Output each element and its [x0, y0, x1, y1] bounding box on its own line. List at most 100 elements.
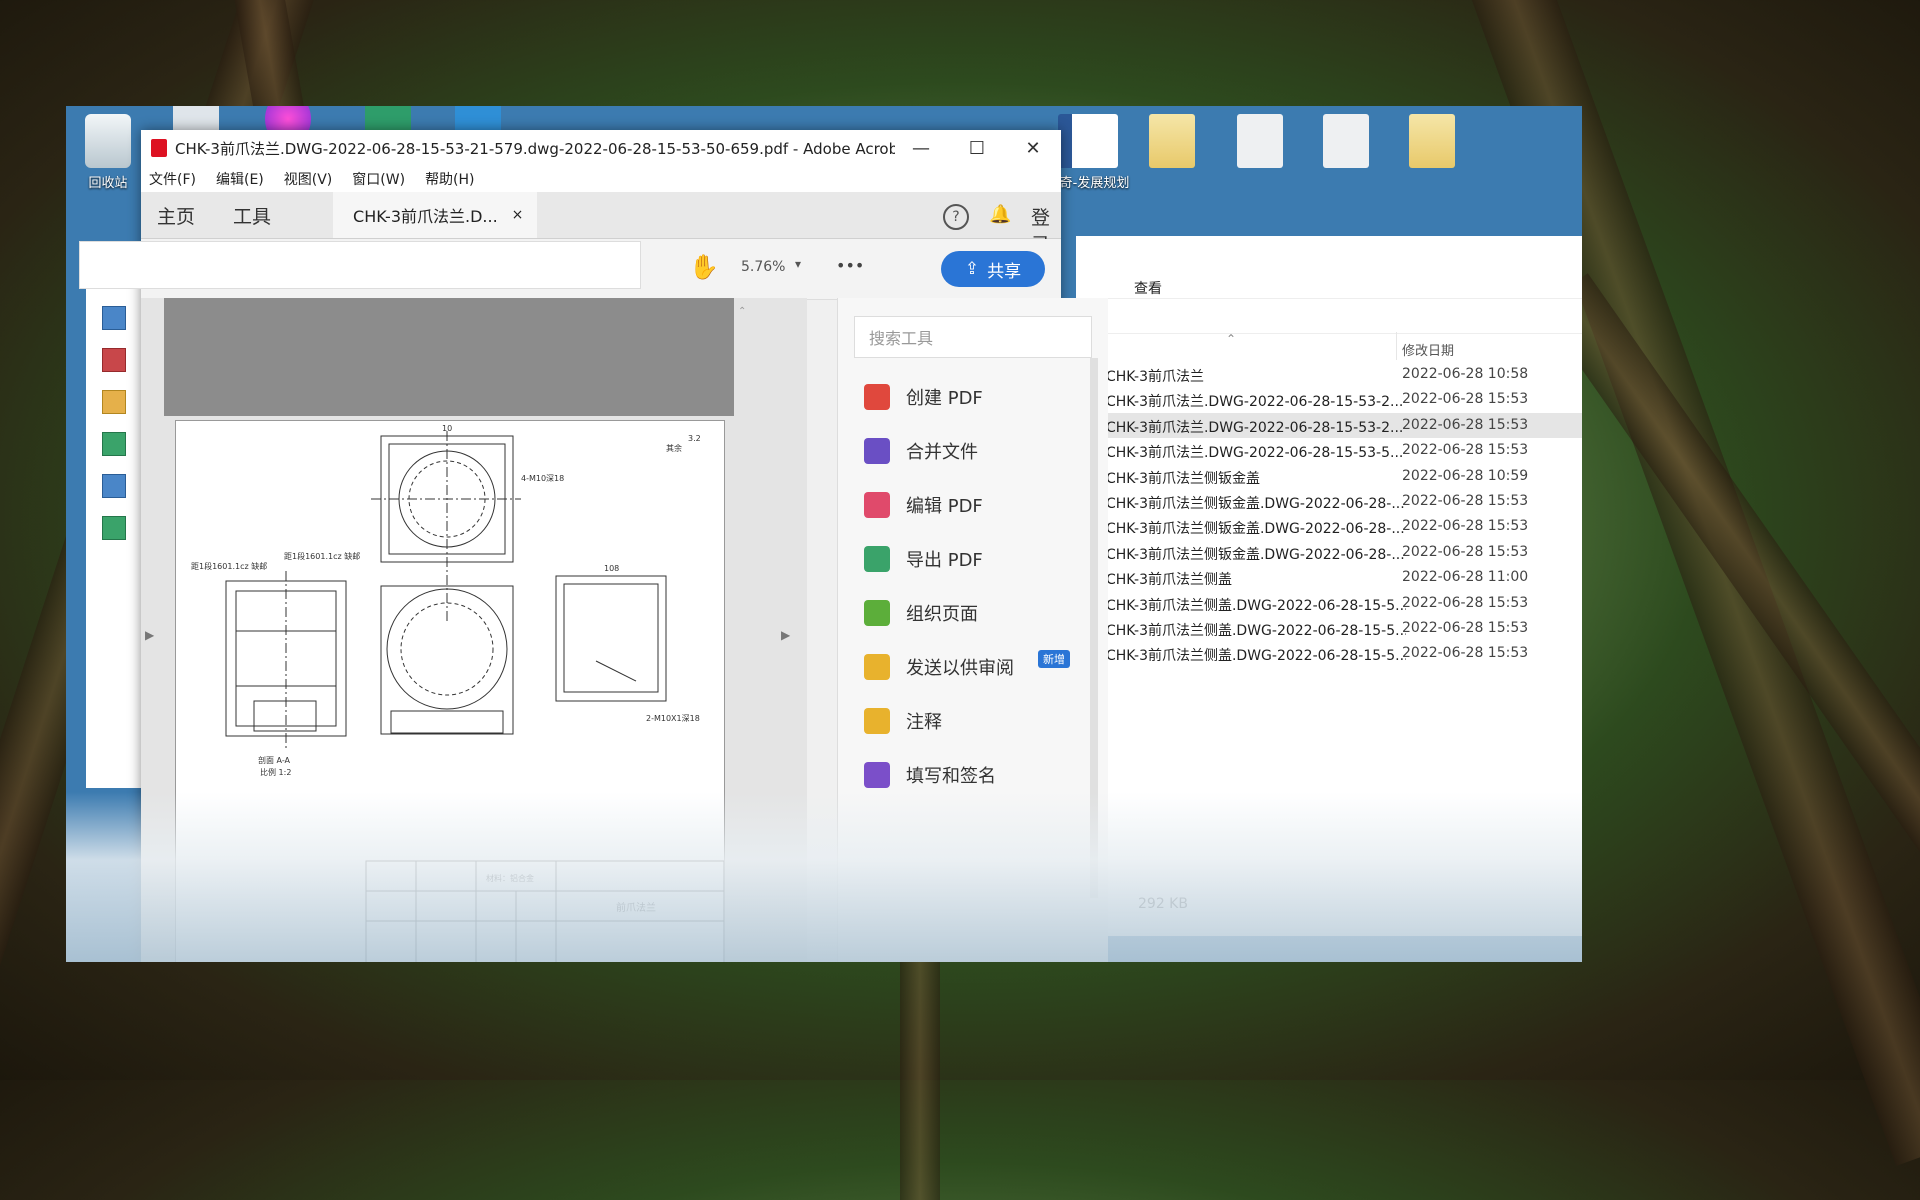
menu-window[interactable]: 窗口(W) [352, 169, 405, 189]
roughness-note: 3.2 [688, 434, 701, 443]
file-date: 2022-06-28 15:53 [1402, 442, 1529, 459]
minimize-button[interactable]: — [893, 130, 949, 166]
dim-top: 10 [442, 424, 452, 433]
tool-item[interactable]: 编辑 PDF [838, 478, 1108, 532]
desktop-icon-label: 回收站 [88, 176, 128, 191]
desktop-icon-folder[interactable] [1130, 114, 1214, 172]
file-date: 2022-06-28 10:59 [1402, 467, 1529, 484]
section-label: 剖面 A-A [258, 755, 291, 765]
callout-2: 距1段1601.1cz 缺邮 [284, 551, 360, 561]
tab-bar: 主页 工具 CHK-3前爪法兰.D... × ? 🔔 登录 [141, 192, 1061, 256]
maximize-button[interactable]: ☐ [949, 130, 1005, 166]
file-row[interactable]: CHK-3前爪法兰.DWG-2022-06-28-15-53-2... 2022-… [1076, 387, 1582, 412]
help-icon[interactable]: ? [943, 204, 969, 230]
file-icon[interactable] [102, 516, 126, 540]
tool-label: 组织页面 [906, 604, 978, 625]
file-row[interactable]: CHK-3前爪法兰 2022-06-28 10:58 [1076, 362, 1582, 387]
desktop-icon-document[interactable] [1218, 114, 1302, 172]
file-name: CHK-3前爪法兰侧盖.DWG-2022-06-28-15-5... [1106, 648, 1406, 665]
file-name: CHK-3前爪法兰.DWG-2022-06-28-15-53-2... [1106, 394, 1404, 411]
dim-right: 108 [604, 564, 619, 573]
cad-drawing: 10 4-M10深18 3.2 其余 距1段1601.1cz 缺邮 距1段160… [191, 424, 724, 962]
page-shadow-band [164, 298, 734, 416]
address-bar[interactable]: g-1 [1076, 298, 1582, 334]
left-panel-toggle-icon[interactable]: ▶ [145, 628, 154, 642]
recycle-bin-icon [85, 114, 131, 168]
file-row[interactable]: CHK-3前爪法兰侧盖.DWG-2022-06-28-15-5... 2022-0… [1076, 616, 1582, 641]
page-nav-field[interactable] [79, 241, 641, 289]
close-tab-icon[interactable]: × [512, 207, 524, 223]
share-button[interactable]: ⇪ 共享 [941, 251, 1045, 287]
tool-item[interactable]: 发送以供审阅 新增 [838, 640, 1108, 694]
desktop-icon-document[interactable] [1304, 114, 1388, 172]
title-block-name: 前爪法兰 [616, 901, 656, 914]
file-date: 2022-06-28 15:53 [1402, 391, 1529, 408]
tools-scrollbar[interactable] [1090, 358, 1098, 898]
tab-tools[interactable]: 工具 [233, 202, 271, 229]
menu-help[interactable]: 帮助(H) [425, 169, 474, 189]
more-tools-icon[interactable]: ••• [836, 256, 864, 275]
tool-label: 合并文件 [906, 442, 978, 463]
file-name: CHK-3前爪法兰侧盖 [1106, 572, 1232, 589]
file-row[interactable]: CHK-3前爪法兰.DWG-2022-06-28-15-53-5... 2022-… [1076, 438, 1582, 463]
file-icon[interactable] [102, 474, 126, 498]
file-row[interactable]: CHK-3前爪法兰侧盖.DWG-2022-06-28-15-5... 2022-0… [1076, 591, 1582, 616]
tool-item[interactable]: 合并文件 [838, 424, 1108, 478]
file-icon[interactable] [102, 306, 126, 330]
tool-item[interactable]: 创建 PDF [838, 370, 1108, 424]
file-name: CHK-3前爪法兰 [1106, 369, 1204, 385]
menu-edit[interactable]: 编辑(E) [216, 169, 264, 189]
send-for-review-icon [864, 654, 890, 680]
material-label: 材料：铝合金 [486, 873, 534, 883]
file-row[interactable]: CHK-3前爪法兰侧钣金盖.DWG-2022-06-28-... 2022-06-… [1076, 489, 1582, 514]
tab-home[interactable]: 主页 [157, 202, 195, 229]
file-date: 2022-06-28 15:53 [1402, 493, 1529, 509]
zoom-level[interactable]: 5.76% [741, 259, 785, 275]
callout-1: 距1段1601.1cz 缺邮 [191, 561, 267, 571]
file-row[interactable]: CHK-3前爪法兰.DWG-2022-06-28-15-53-2... 2022-… [1076, 412, 1582, 438]
file-explorer-window: 查看 g-1 称 ⌃ 修改日期 CHK-3前爪法兰 2022-06-28 10:5… [1076, 236, 1582, 936]
file-row[interactable]: CHK-3前爪法兰侧钣金盖.DWG-2022-06-28-... 2022-06-… [1076, 540, 1582, 565]
create-pdf-icon [864, 384, 890, 410]
right-panel-toggle-icon[interactable]: ▶ [781, 628, 790, 642]
file-date: 2022-06-28 11:00 [1402, 569, 1529, 586]
file-date: 2022-06-28 15:53 [1402, 620, 1529, 636]
sort-up-icon: ⌃ [1226, 332, 1237, 346]
document-view[interactable]: ▶ ▶ ⌃ 10 4-M10深18 3.2 其余 距1段1601.1cz 缺邮 … [141, 298, 807, 962]
folder-icon [1409, 114, 1455, 168]
zoom-dropdown-chevron-icon[interactable]: ▾ [795, 257, 801, 271]
file-icon[interactable] [102, 390, 126, 414]
search-tools-input[interactable]: 搜索工具 [854, 316, 1092, 358]
file-row[interactable]: CHK-3前爪法兰侧钣金盖.DWG-2022-06-28-... 2022-06-… [1076, 514, 1582, 539]
ribbon-view-tab[interactable]: 查看 [1134, 278, 1162, 298]
tool-item[interactable]: 注释 [838, 694, 1108, 748]
edit-pdf-icon [864, 492, 890, 518]
column-header-date[interactable]: 修改日期 [1402, 340, 1454, 359]
title-bar[interactable]: CHK-3前爪法兰.DWG-2022-06-28-15-53-21-579.dw… [141, 130, 1061, 166]
close-button[interactable]: ✕ [1005, 130, 1061, 166]
file-row[interactable]: CHK-3前爪法兰侧盖 2022-06-28 11:00 [1076, 565, 1582, 590]
file-name: CHK-3前爪法兰侧盖.DWG-2022-06-28-15-5... [1106, 623, 1406, 639]
hand-tool-icon[interactable]: ✋ [689, 253, 719, 281]
file-date: 2022-06-28 15:53 [1402, 518, 1529, 535]
tool-item[interactable]: 组织页面 [838, 586, 1108, 640]
tool-item[interactable]: 导出 PDF [838, 532, 1108, 586]
document-icon [1237, 114, 1283, 168]
tool-item[interactable]: 填写和签名 [838, 748, 1108, 802]
desktop-icon-folder[interactable] [1390, 114, 1474, 172]
tool-label: 注释 [906, 712, 942, 733]
file-icon[interactable] [102, 348, 126, 372]
file-row[interactable]: CHK-3前爪法兰侧钣金盖 2022-06-28 10:59 [1076, 464, 1582, 489]
file-row[interactable]: CHK-3前爪法兰侧盖.DWG-2022-06-28-15-5... 2022-0… [1076, 641, 1582, 666]
share-icon: ⇪ [964, 259, 980, 279]
file-icon[interactable] [102, 432, 126, 456]
menu-file[interactable]: 文件(F) [149, 169, 196, 189]
new-badge: 新增 [1038, 650, 1070, 668]
tab-document[interactable]: CHK-3前爪法兰.D... × [333, 192, 538, 238]
column-header-name[interactable]: 称 ⌃ [1076, 332, 1397, 360]
menu-view[interactable]: 视图(V) [284, 169, 333, 189]
file-name: CHK-3前爪法兰侧钣金盖.DWG-2022-06-28-... [1106, 521, 1405, 538]
desktop-icon-recycle-bin[interactable]: 回收站 [66, 114, 150, 191]
scroll-up-icon[interactable]: ⌃ [738, 306, 746, 317]
notification-bell-icon[interactable]: 🔔 [989, 204, 1011, 225]
